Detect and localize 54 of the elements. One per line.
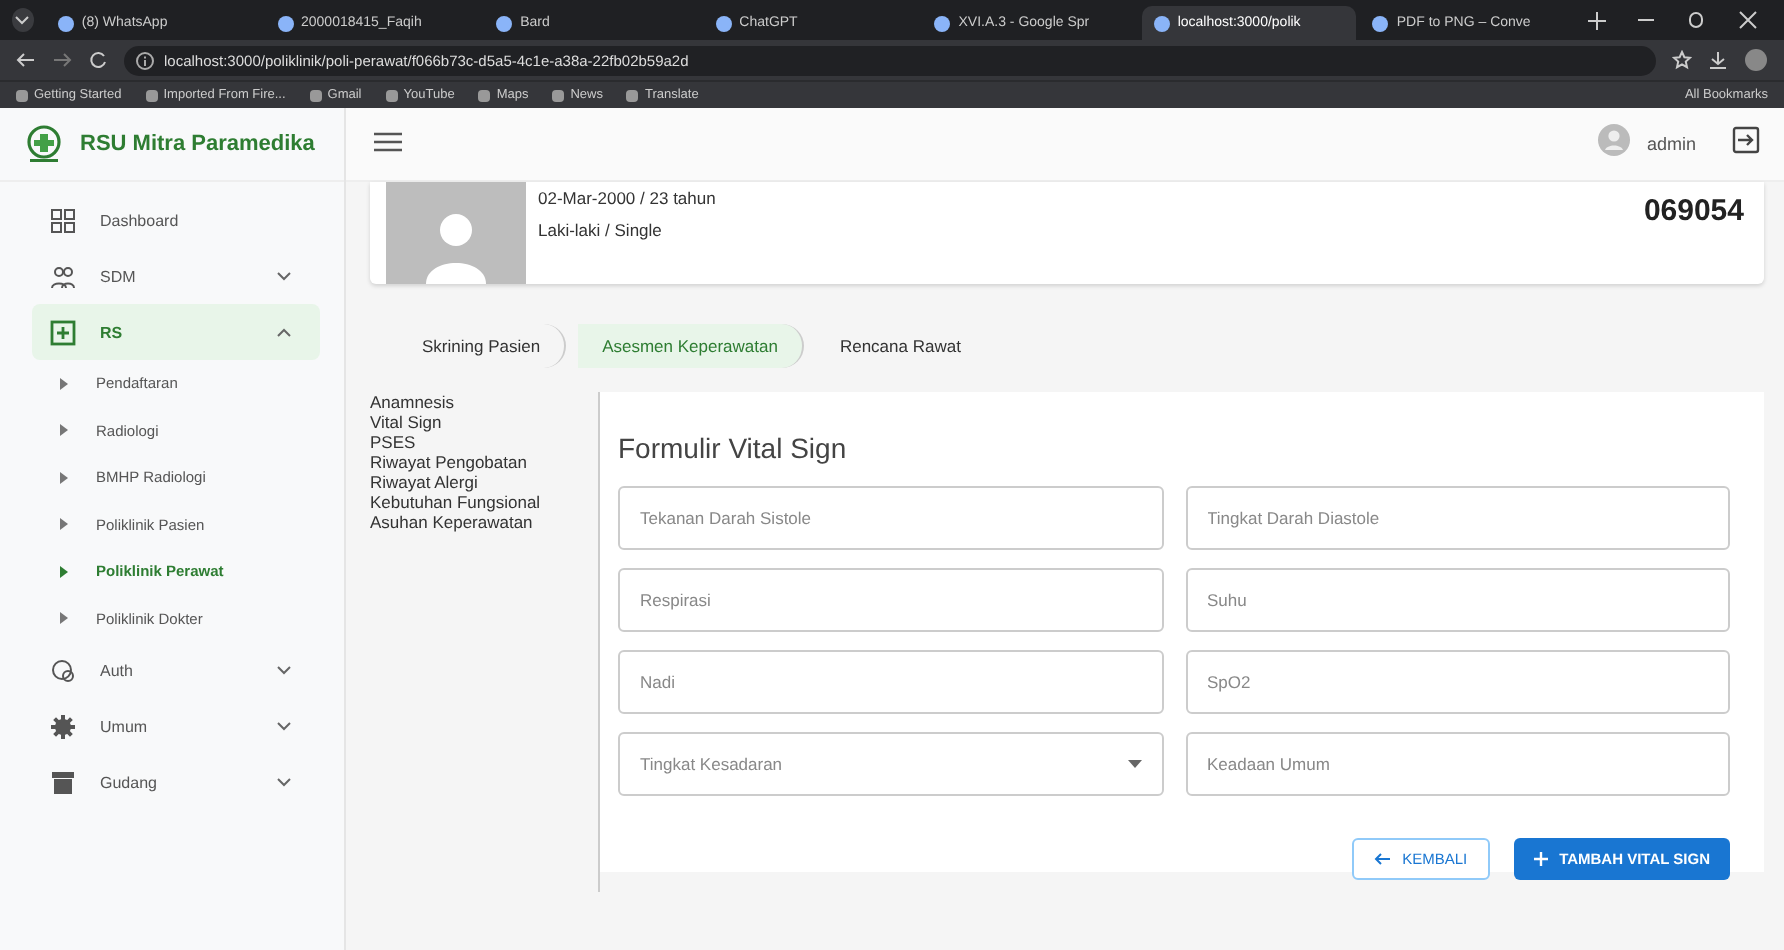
tab-search-icon[interactable] [12, 8, 34, 32]
plus-icon [1533, 852, 1548, 866]
input-field[interactable]: Suhu [1185, 568, 1730, 632]
caret-right-icon [60, 518, 68, 531]
birth-date-age: 02-Mar-2000 / 23 tahun [538, 188, 716, 208]
people-icon [50, 263, 76, 289]
caret-right-icon [60, 424, 68, 437]
input-field[interactable]: Keadaan Umum [1185, 732, 1730, 796]
section-link[interactable]: Riwayat Alergi [370, 472, 598, 492]
input-field[interactable]: Respirasi [618, 568, 1163, 632]
input-field[interactable]: Tingkat Darah Diastole [1185, 486, 1730, 550]
archive-icon [50, 769, 76, 795]
user-circle-icon [50, 657, 76, 683]
dropdown-caret-icon [1127, 760, 1141, 768]
sidebar-item[interactable]: Gudang [32, 754, 320, 810]
form-title: Formulir Vital Sign [618, 432, 849, 464]
section-link[interactable]: Riwayat Pengobatan [370, 452, 598, 472]
caret-right-icon [60, 471, 68, 484]
step-tab[interactable]: Asesmen Keperawatan [578, 324, 804, 368]
plus-square-icon [50, 319, 76, 345]
back-arrow-icon[interactable] [16, 50, 36, 70]
select-field[interactable]: Tingkat Kesadaran [618, 732, 1163, 796]
star-icon[interactable] [1672, 50, 1692, 70]
section-link[interactable]: Kebutuhan Fungsional [370, 492, 598, 512]
sidebar-item[interactable]: SDM [32, 248, 320, 304]
info-icon[interactable] [136, 51, 154, 69]
gear-icon [50, 713, 76, 739]
caret-right-icon [60, 377, 68, 390]
input-field[interactable]: Tekanan Darah Sistole [618, 486, 1163, 550]
patient-number: 069054 [1643, 192, 1744, 228]
sidebar-item[interactable]: Umum [32, 698, 320, 754]
section-link[interactable]: PSES [370, 432, 598, 452]
sidebar-item[interactable]: Dashboard [32, 192, 320, 248]
step-tab[interactable]: Skrining Pasien [398, 324, 567, 368]
caret-right-icon [60, 565, 68, 578]
download-icon[interactable] [1708, 50, 1728, 70]
grid-icon [50, 207, 76, 233]
sidebar-item[interactable]: RS [32, 304, 320, 360]
section-link[interactable]: Asuhan Keperawatan [370, 512, 598, 532]
caret-right-icon [60, 612, 68, 625]
input-field[interactable]: SpO2 [1185, 650, 1730, 714]
brand-name: RSU Mitra Paramedika [80, 132, 315, 156]
forward-arrow-icon[interactable] [52, 50, 72, 70]
reload-icon[interactable] [88, 50, 108, 70]
input-field[interactable]: Nadi [618, 650, 1163, 714]
back-arrow-icon [1374, 852, 1391, 866]
gender-status: Laki-laki / Single [538, 220, 664, 240]
sidebar-item[interactable]: Auth [32, 642, 320, 698]
step-tab[interactable]: Rencana Rawat [815, 324, 985, 368]
profile-icon[interactable] [1744, 48, 1768, 72]
user-name[interactable]: admin [1646, 134, 1696, 154]
section-link[interactable]: Anamnesis [370, 392, 598, 412]
section-link[interactable]: Vital Sign [370, 412, 598, 432]
hospital-logo-icon [24, 124, 64, 164]
